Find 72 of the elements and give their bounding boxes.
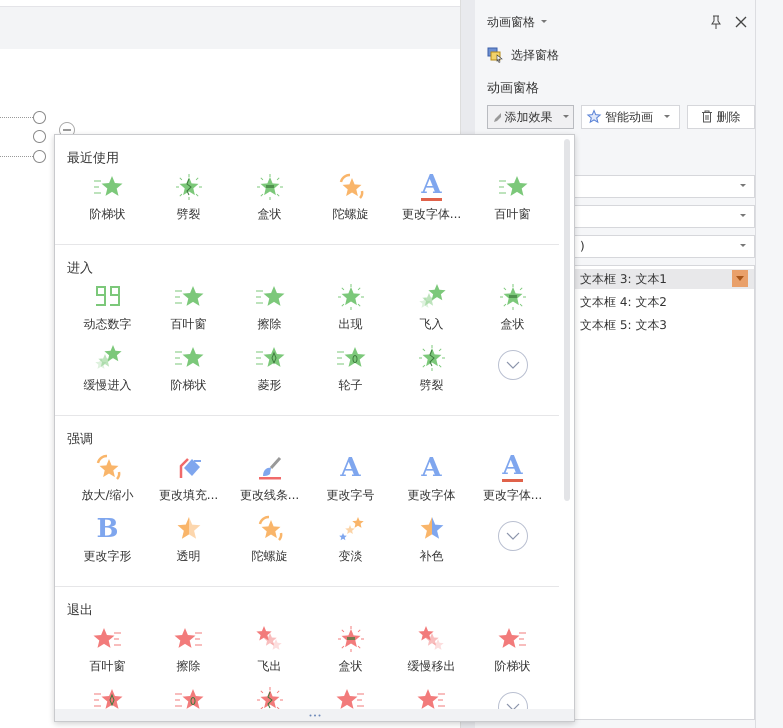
effect-option[interactable]: 劈裂	[420, 376, 444, 394]
effect-option[interactable]: 放大/缩小	[81, 486, 134, 504]
font-icon: B	[96, 515, 118, 543]
more-button[interactable]	[498, 521, 528, 551]
font-icon: A	[421, 454, 442, 482]
effect-option[interactable]: 百叶窗	[170, 315, 206, 333]
caret-icon	[662, 114, 672, 120]
effect-option[interactable]: 更改线条...	[240, 486, 300, 504]
minus-icon	[63, 129, 71, 131]
effect-option[interactable]: 盒状	[338, 657, 362, 675]
effect-option[interactable]: 陀螺旋	[252, 547, 288, 565]
add-effect-button[interactable]: 添加效果	[487, 104, 574, 128]
effect-option[interactable]: 劈裂	[176, 205, 200, 223]
pencil-icon	[492, 110, 502, 122]
effect-option[interactable]: 飞入	[420, 315, 444, 333]
chevron-down-icon	[506, 703, 520, 710]
effect-option[interactable]: 阶梯状	[494, 657, 530, 675]
resize-handle[interactable]	[33, 150, 46, 163]
more-button[interactable]	[498, 350, 528, 380]
effect-option[interactable]: 阶梯状	[170, 376, 206, 394]
effect-option[interactable]: 阶梯状	[90, 205, 126, 223]
effect-option[interactable]: 百叶窗	[494, 205, 530, 223]
scrollbar[interactable]	[564, 139, 570, 501]
effect-option[interactable]: 更改字体	[408, 486, 456, 504]
windows-icon	[487, 47, 503, 63]
effect-option[interactable]: 擦除	[258, 315, 282, 333]
close-icon[interactable]	[735, 16, 747, 28]
resize-handle[interactable]	[33, 111, 46, 124]
section-heading: 强调	[67, 431, 94, 449]
effect-option[interactable]: 更改字形	[84, 547, 132, 565]
effect-option[interactable]: 缓慢移出	[408, 657, 456, 675]
caret-icon	[738, 183, 748, 189]
effect-option[interactable]: 飞出	[258, 657, 282, 675]
delete-button[interactable]: 删除	[686, 104, 755, 128]
effect-option[interactable]: 更改字体...	[402, 205, 462, 223]
section-label: 动画窗格	[487, 80, 540, 98]
effect-option[interactable]: 动态数字	[84, 315, 132, 333]
effect-option[interactable]: 百叶窗	[90, 657, 126, 675]
chevron-down-icon	[506, 361, 520, 369]
effect-option[interactable]: 更改字体...	[482, 486, 542, 504]
effect-option[interactable]: 陀螺旋	[332, 205, 368, 223]
dropdown-button[interactable]	[732, 270, 748, 287]
section-heading: 最近使用	[67, 150, 120, 168]
trash-icon	[701, 110, 714, 123]
effect-option[interactable]: 出现	[338, 315, 362, 333]
pin-icon[interactable]	[709, 15, 723, 29]
effect-option[interactable]: 透明	[176, 547, 200, 565]
section-heading: 进入	[67, 260, 94, 278]
caret-icon	[735, 276, 745, 282]
effect-option[interactable]: 更改字号	[326, 486, 374, 504]
effect-option[interactable]: 更改填充...	[158, 486, 218, 504]
select-pane-link[interactable]: 选择窗格	[511, 46, 559, 64]
font-icon: A	[340, 454, 361, 482]
effect-option[interactable]: 变淡	[338, 547, 362, 565]
caret-icon	[738, 243, 748, 249]
caret-icon[interactable]	[539, 19, 549, 25]
effect-option[interactable]: 菱形	[258, 376, 282, 394]
effect-option[interactable]: 轮子	[338, 376, 362, 394]
smart-animation-button[interactable]: 智能动画	[581, 104, 680, 128]
effect-option[interactable]: 擦除	[176, 657, 200, 675]
effect-option[interactable]: 盒状	[258, 205, 282, 223]
effect-option[interactable]: 补色	[420, 547, 444, 565]
effect-option[interactable]: 缓慢进入	[84, 376, 132, 394]
chevron-down-icon	[506, 532, 520, 540]
caret-icon	[738, 213, 748, 219]
caret-icon	[561, 114, 569, 120]
resize-handle[interactable]	[33, 130, 46, 143]
section-heading: 退出	[67, 602, 94, 620]
grip-icon	[308, 714, 320, 716]
panel-title[interactable]: 动画窗格	[487, 13, 535, 31]
effect-option[interactable]: 盒状	[500, 315, 524, 333]
star-icon	[586, 108, 602, 124]
